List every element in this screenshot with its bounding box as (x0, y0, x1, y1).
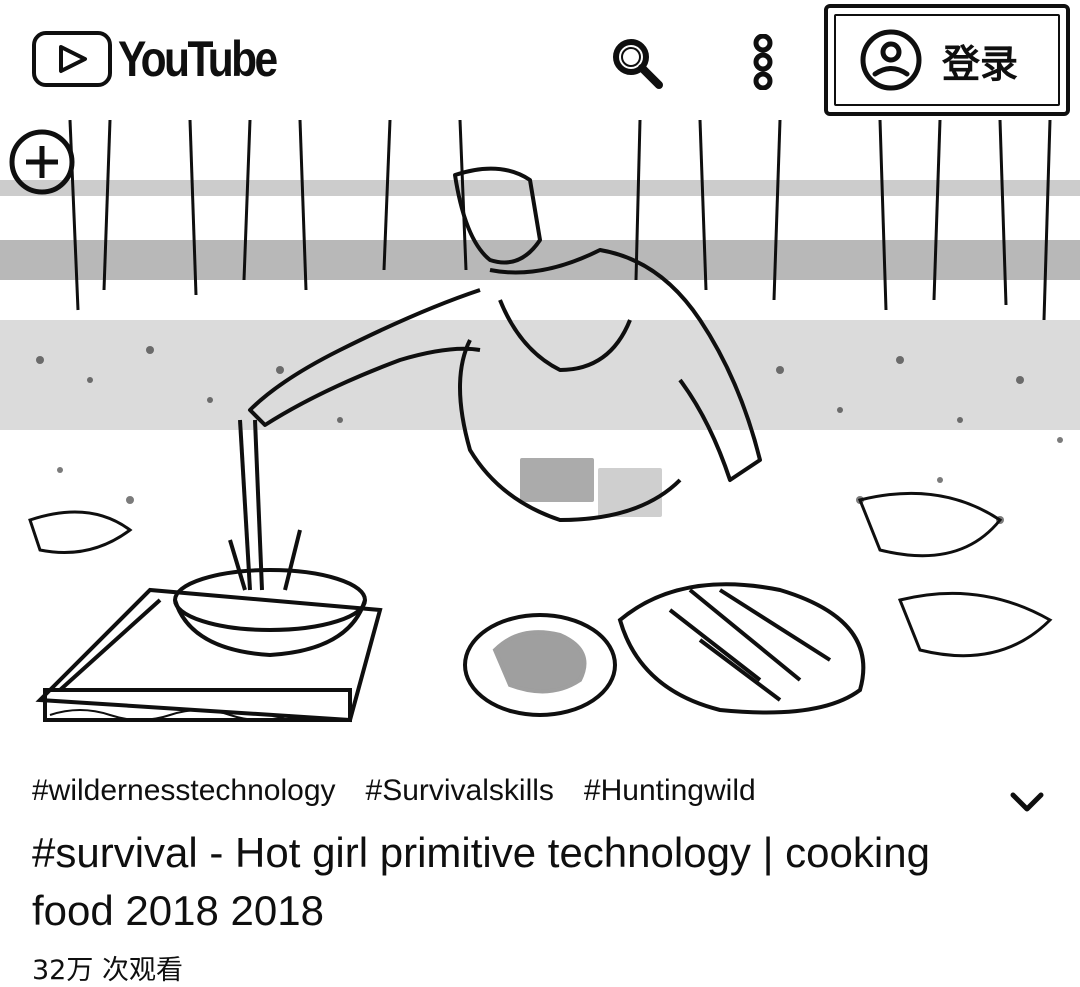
more-vertical-icon (753, 34, 773, 90)
hashtag-link[interactable]: #wildernesstechnology (32, 774, 336, 808)
search-icon (613, 39, 663, 89)
hashtag-link[interactable]: #Huntingwild (584, 774, 756, 808)
play-logo-icon (32, 31, 112, 87)
watch-page: YouTube 登录 #wildernesstechnology #Surviv… (0, 0, 1080, 987)
sign-in-label: 登录 (942, 41, 1019, 86)
view-count: 32万 次观看 (32, 955, 183, 986)
hashtag-link[interactable]: #Survivalskills (366, 774, 554, 808)
video-title[interactable]: #survival - Hot girl primitive technolog… (32, 824, 992, 940)
expand-description-button[interactable] (1004, 782, 1050, 822)
hashtag-row: #wildernesstechnology #Survivalskills #H… (32, 774, 756, 808)
search-button[interactable] (604, 32, 668, 92)
logo-wordmark: YouTube (118, 31, 278, 87)
account-circle-icon (860, 29, 922, 91)
top-app-bar: YouTube 登录 (0, 0, 1080, 120)
video-details: #wildernesstechnology #Survivalskills #H… (0, 738, 1080, 987)
video-thumbnail (0, 120, 1080, 738)
sign-in-button[interactable]: 登录 (824, 4, 1070, 116)
youtube-logo[interactable]: YouTube (32, 30, 303, 88)
video-player[interactable] (0, 120, 1080, 738)
more-options-button[interactable] (736, 32, 790, 92)
chevron-down-icon (1010, 792, 1044, 812)
